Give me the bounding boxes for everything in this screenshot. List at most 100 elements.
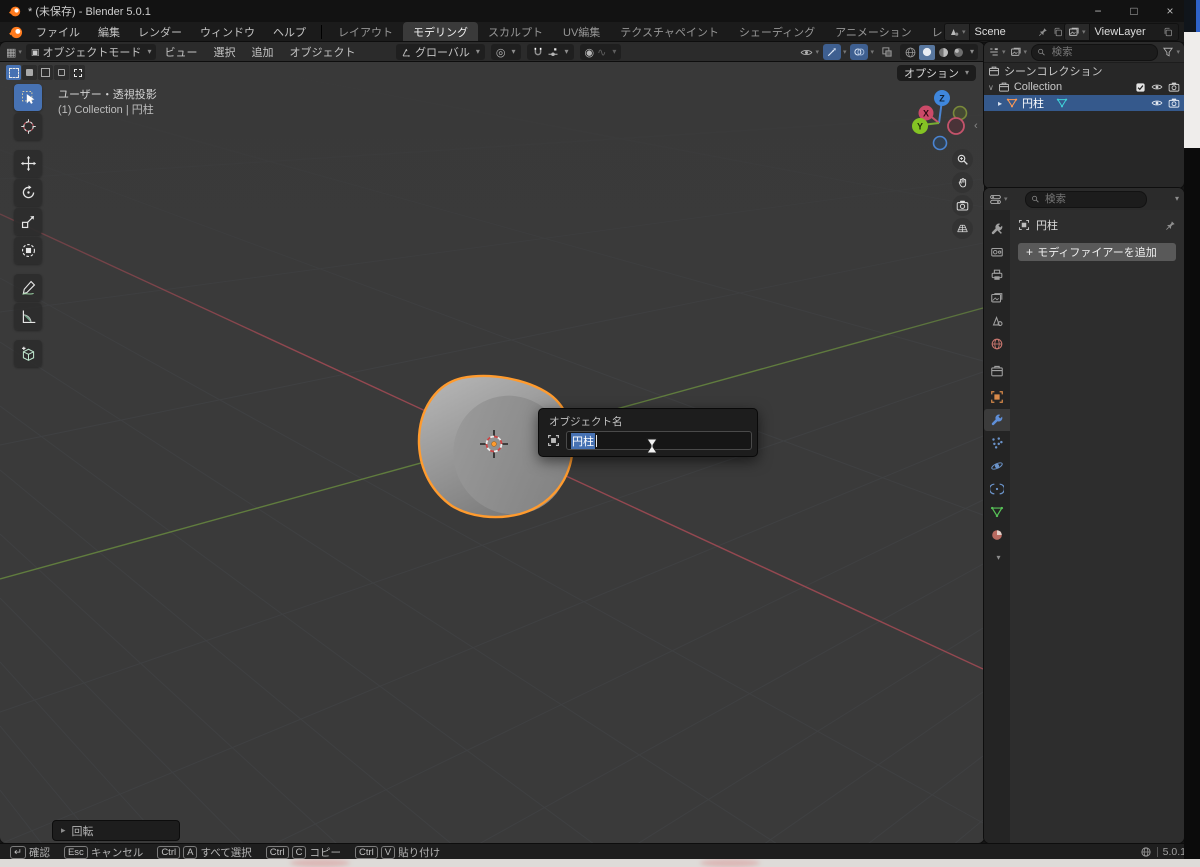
- camera-icon[interactable]: [1168, 97, 1180, 109]
- gizmos-toggle[interactable]: ▾: [823, 44, 847, 60]
- new-scene-icon[interactable]: [1053, 27, 1063, 37]
- tab-output[interactable]: [984, 264, 1010, 286]
- menu-edit[interactable]: 編集: [89, 24, 129, 40]
- options-button[interactable]: オプション ▾: [897, 65, 976, 81]
- eye-icon[interactable]: [1151, 81, 1163, 93]
- tab-scene[interactable]: [984, 310, 1010, 332]
- properties-search-input[interactable]: [1043, 192, 1141, 206]
- overlays-toggle[interactable]: ▾: [850, 44, 874, 60]
- tool-annotate[interactable]: [14, 274, 42, 301]
- object-name-input[interactable]: 円柱: [566, 431, 752, 450]
- navigation-gizmo[interactable]: Z X Y: [903, 85, 975, 157]
- properties-search[interactable]: [1025, 191, 1147, 208]
- pin-icon[interactable]: [1038, 27, 1048, 37]
- outliner-filter-button[interactable]: ▾: [1162, 46, 1180, 58]
- zoom-button[interactable]: [952, 149, 973, 170]
- tab-render[interactable]: [984, 241, 1010, 263]
- checkbox-icon[interactable]: [1135, 82, 1146, 93]
- viewlayer-browse-button[interactable]: ▾: [1064, 23, 1090, 41]
- tool-transform[interactable]: [14, 237, 42, 264]
- snap-target-icon[interactable]: [547, 46, 559, 58]
- tab-world[interactable]: [984, 333, 1010, 355]
- tab-constraints[interactable]: [984, 478, 1010, 500]
- tab-tool[interactable]: [984, 218, 1010, 240]
- workspace-tab-animation[interactable]: アニメーション: [825, 22, 922, 42]
- outliner-search-input[interactable]: [1050, 45, 1153, 59]
- tool-cursor[interactable]: [14, 113, 42, 140]
- tool-select-box[interactable]: [14, 84, 42, 111]
- maximize-button[interactable]: □: [1116, 0, 1152, 22]
- menu-select[interactable]: 選択: [205, 44, 243, 60]
- eye-icon[interactable]: [1151, 97, 1163, 109]
- shading-solid-icon[interactable]: [919, 45, 935, 60]
- perspective-toggle-button[interactable]: [952, 218, 973, 239]
- outliner-row-cylinder[interactable]: ▸ 円柱: [984, 95, 1184, 111]
- tab-physics[interactable]: [984, 455, 1010, 477]
- menu-object[interactable]: オブジェクト: [281, 44, 363, 60]
- tab-strip-more[interactable]: ▾: [984, 547, 1010, 569]
- collapse-panel-icon[interactable]: ‹: [974, 120, 978, 132]
- menu-window[interactable]: ウィンドウ: [191, 24, 264, 40]
- tool-measure[interactable]: [14, 303, 42, 330]
- snap-magnet-icon[interactable]: [532, 46, 544, 58]
- tab-material[interactable]: [984, 524, 1010, 546]
- tool-scale[interactable]: [14, 208, 42, 235]
- pan-button[interactable]: [952, 172, 973, 193]
- select-mode-subtract[interactable]: [38, 65, 53, 80]
- minimize-button[interactable]: −: [1080, 0, 1116, 22]
- visibility-dropdown[interactable]: ▾: [800, 46, 819, 59]
- tool-add-primitive[interactable]: [14, 340, 42, 367]
- shading-wireframe-icon[interactable]: [904, 46, 917, 59]
- tab-particles[interactable]: [984, 432, 1010, 454]
- add-modifier-button[interactable]: + モディファイアーを追加: [1018, 243, 1176, 261]
- gizmo-neg-x-axis[interactable]: [948, 118, 964, 134]
- menu-add[interactable]: 追加: [243, 44, 281, 60]
- tab-object-data[interactable]: [984, 501, 1010, 523]
- menu-render[interactable]: レンダー: [129, 24, 191, 40]
- outliner-row-collection[interactable]: ∨ Collection: [984, 79, 1184, 95]
- outliner-row-scene-collection[interactable]: シーンコレクション: [984, 63, 1184, 79]
- tab-view-layer[interactable]: [984, 287, 1010, 309]
- gizmo-neg-z-axis[interactable]: [934, 137, 947, 150]
- shading-rendered-icon[interactable]: [952, 46, 965, 59]
- new-viewlayer-icon[interactable]: [1163, 27, 1173, 37]
- outliner-display-mode-button[interactable]: ▾: [1010, 46, 1028, 58]
- tab-collection[interactable]: [984, 360, 1010, 382]
- menu-help[interactable]: ヘルプ: [264, 24, 315, 40]
- viewlayer-name-field[interactable]: ViewLayer: [1090, 23, 1179, 41]
- workspace-tab-layout[interactable]: レイアウト: [328, 22, 403, 42]
- scene-browse-button[interactable]: ▾: [944, 23, 970, 41]
- camera-view-button[interactable]: [952, 195, 973, 216]
- expander-icon[interactable]: ▸: [998, 99, 1002, 108]
- workspace-tab-shading[interactable]: シェーディング: [729, 22, 825, 42]
- network-globe-icon[interactable]: [1140, 846, 1152, 858]
- blender-logo-icon[interactable]: [8, 25, 23, 40]
- workspace-tab-uv[interactable]: UV編集: [553, 22, 610, 42]
- chevron-down-icon[interactable]: ▾: [1175, 195, 1179, 203]
- transform-orientation-dropdown[interactable]: グローバル ▾: [396, 44, 485, 60]
- select-mode-invert[interactable]: [54, 65, 69, 80]
- select-mode-intersect[interactable]: [70, 65, 85, 80]
- editor-type-button[interactable]: ▦ ▾: [0, 46, 26, 59]
- tab-modifiers[interactable]: [984, 409, 1010, 431]
- workspace-tab-sculpting[interactable]: スカルプト: [478, 22, 553, 42]
- menu-view[interactable]: ビュー: [156, 44, 205, 60]
- falloff-icon[interactable]: ∿: [597, 46, 606, 59]
- tool-rotate[interactable]: [14, 179, 42, 206]
- outliner-editor-type-button[interactable]: ▾: [988, 46, 1006, 58]
- camera-icon[interactable]: [1168, 81, 1180, 93]
- select-mode-new[interactable]: [6, 65, 21, 80]
- outliner-search[interactable]: [1031, 44, 1158, 61]
- breadcrumb-object-name[interactable]: 円柱: [1036, 217, 1058, 233]
- pin-icon[interactable]: [1165, 220, 1176, 231]
- xray-toggle[interactable]: [878, 44, 896, 60]
- scene-name-field[interactable]: Scene: [970, 23, 1069, 41]
- proportional-edit-icon[interactable]: ◉: [585, 46, 595, 59]
- workspace-tab-texture-paint[interactable]: テクスチャペイント: [610, 22, 729, 42]
- workspace-tab-modeling[interactable]: モデリング: [403, 22, 478, 42]
- menu-file[interactable]: ファイル: [27, 24, 89, 40]
- tab-object[interactable]: [984, 386, 1010, 408]
- viewport-3d[interactable]: ユーザー・透視投影 (1) Collection | 円柱: [0, 62, 984, 843]
- close-button[interactable]: ×: [1152, 0, 1188, 22]
- select-mode-extend[interactable]: [22, 65, 37, 80]
